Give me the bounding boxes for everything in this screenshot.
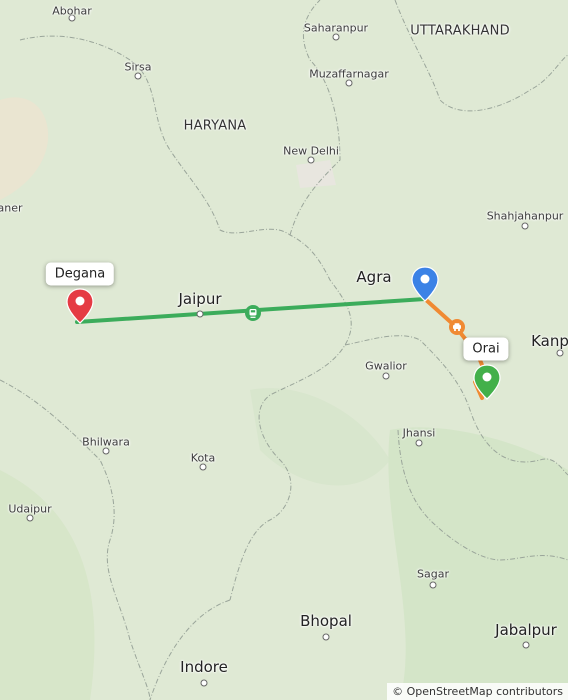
state-border: [149, 599, 231, 700]
car-glyph: [453, 323, 461, 332]
terrain-patch: [0, 97, 49, 200]
place-label-bhopal: Bhopal: [300, 612, 352, 630]
place-label-new-delhi: New Delhi: [283, 144, 339, 158]
place-label-jabalpur: Jabalpur: [495, 621, 557, 639]
car-icon[interactable]: [449, 319, 465, 335]
place-dot-new-delhi: [307, 156, 315, 164]
place-label-gwalior: Gwalior: [365, 359, 407, 373]
map-attribution[interactable]: © OpenStreetMap contributors: [387, 683, 568, 700]
place-dot-kota: [199, 463, 207, 471]
place-dot-muzaffarnagar: [345, 79, 353, 87]
place-label-jaipur: Jaipur: [178, 290, 222, 308]
urban-area: [296, 160, 336, 188]
place-dot-udaipur: [26, 514, 34, 522]
place-dot-bhopal: [322, 633, 330, 641]
start-marker-callout[interactable]: Degana: [45, 262, 115, 286]
place-label-uttarakhand: UTTARAKHAND: [410, 23, 510, 39]
place-dot-indore: [200, 679, 208, 687]
map-view[interactable]: Abohar Saharanpur UTTARAKHAND Sirsa Muza…: [0, 0, 568, 700]
place-label-abohar: Abohar: [52, 4, 92, 18]
forest-patch: [388, 427, 568, 700]
place-dot-sirsa: [134, 72, 142, 80]
place-dot-jabalpur: [522, 641, 530, 649]
forest-patch: [250, 388, 390, 486]
place-label-saharanpur: Saharanpur: [303, 21, 369, 35]
place-dot-kanpur: [556, 349, 564, 357]
place-dot-jhansi: [415, 439, 423, 447]
place-label-bikaner: aner: [0, 201, 23, 215]
start-marker-pin-icon[interactable]: [66, 288, 94, 324]
place-dot-saharanpur: [332, 33, 340, 41]
place-label-shahjahanpur: Shahjahanpur: [486, 209, 564, 223]
place-label-agra: Agra: [356, 268, 392, 286]
place-label-muzaffarnagar: Muzaffarnagar: [309, 67, 389, 81]
end-marker-callout[interactable]: Orai: [463, 337, 509, 361]
place-label-indore: Indore: [180, 658, 228, 676]
train-icon[interactable]: [245, 305, 261, 321]
place-label-sagar: Sagar: [417, 567, 449, 581]
place-dot-jaipur: [196, 310, 204, 318]
place-label-kota: Kota: [190, 451, 216, 465]
place-label-sirsa: Sirsa: [124, 60, 152, 74]
state-border: [394, 0, 568, 112]
train-glyph: [249, 309, 257, 318]
place-label-jhansi: Jhansi: [402, 426, 436, 440]
place-dot-shahjahanpur: [521, 222, 529, 230]
waypoint-marker-pin-icon[interactable]: [411, 266, 439, 302]
end-marker-pin-icon[interactable]: [473, 364, 501, 400]
place-dot-sagar: [429, 581, 437, 589]
place-label-bhilwara: Bhilwara: [82, 435, 130, 449]
place-label-kanpur: Kanp: [531, 332, 568, 350]
place-dot-gwalior: [382, 372, 390, 380]
place-dot-bhilwara: [102, 447, 110, 455]
place-label-haryana: HARYANA: [183, 118, 247, 134]
place-label-udaipur: Udaipur: [8, 502, 52, 516]
